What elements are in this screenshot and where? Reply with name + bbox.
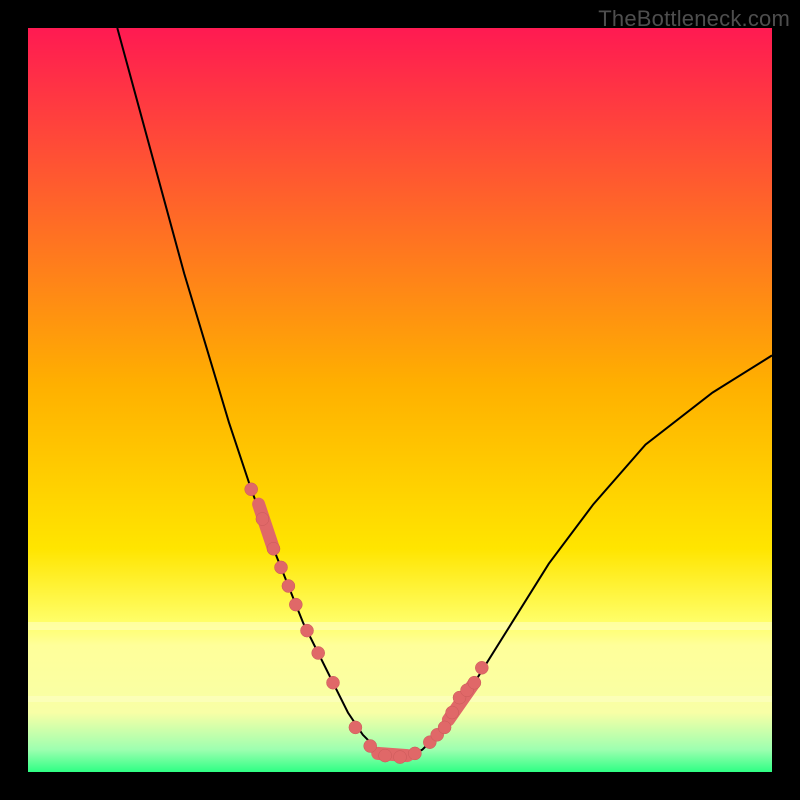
curve-marker: [408, 747, 421, 760]
plot-background: [28, 28, 772, 772]
band-2: [28, 696, 772, 702]
curve-marker: [446, 706, 459, 719]
watermark-text: TheBottleneck.com: [598, 6, 790, 32]
curve-marker: [349, 721, 362, 734]
curve-marker: [312, 647, 325, 660]
curve-marker: [364, 740, 377, 753]
chart-frame: TheBottleneck.com: [0, 0, 800, 800]
curve-marker: [267, 542, 280, 555]
curve-marker: [475, 661, 488, 674]
curve-marker: [245, 483, 258, 496]
curve-marker: [468, 676, 481, 689]
bottleneck-chart: [28, 28, 772, 772]
curve-marker: [438, 721, 451, 734]
curve-marker: [275, 561, 288, 574]
curve-marker: [256, 513, 269, 526]
curve-marker: [394, 751, 407, 764]
curve-marker: [327, 676, 340, 689]
curve-marker: [379, 749, 392, 762]
curve-marker: [301, 624, 314, 637]
band-1: [28, 622, 772, 630]
curve-marker: [282, 580, 295, 593]
curve-marker: [289, 598, 302, 611]
